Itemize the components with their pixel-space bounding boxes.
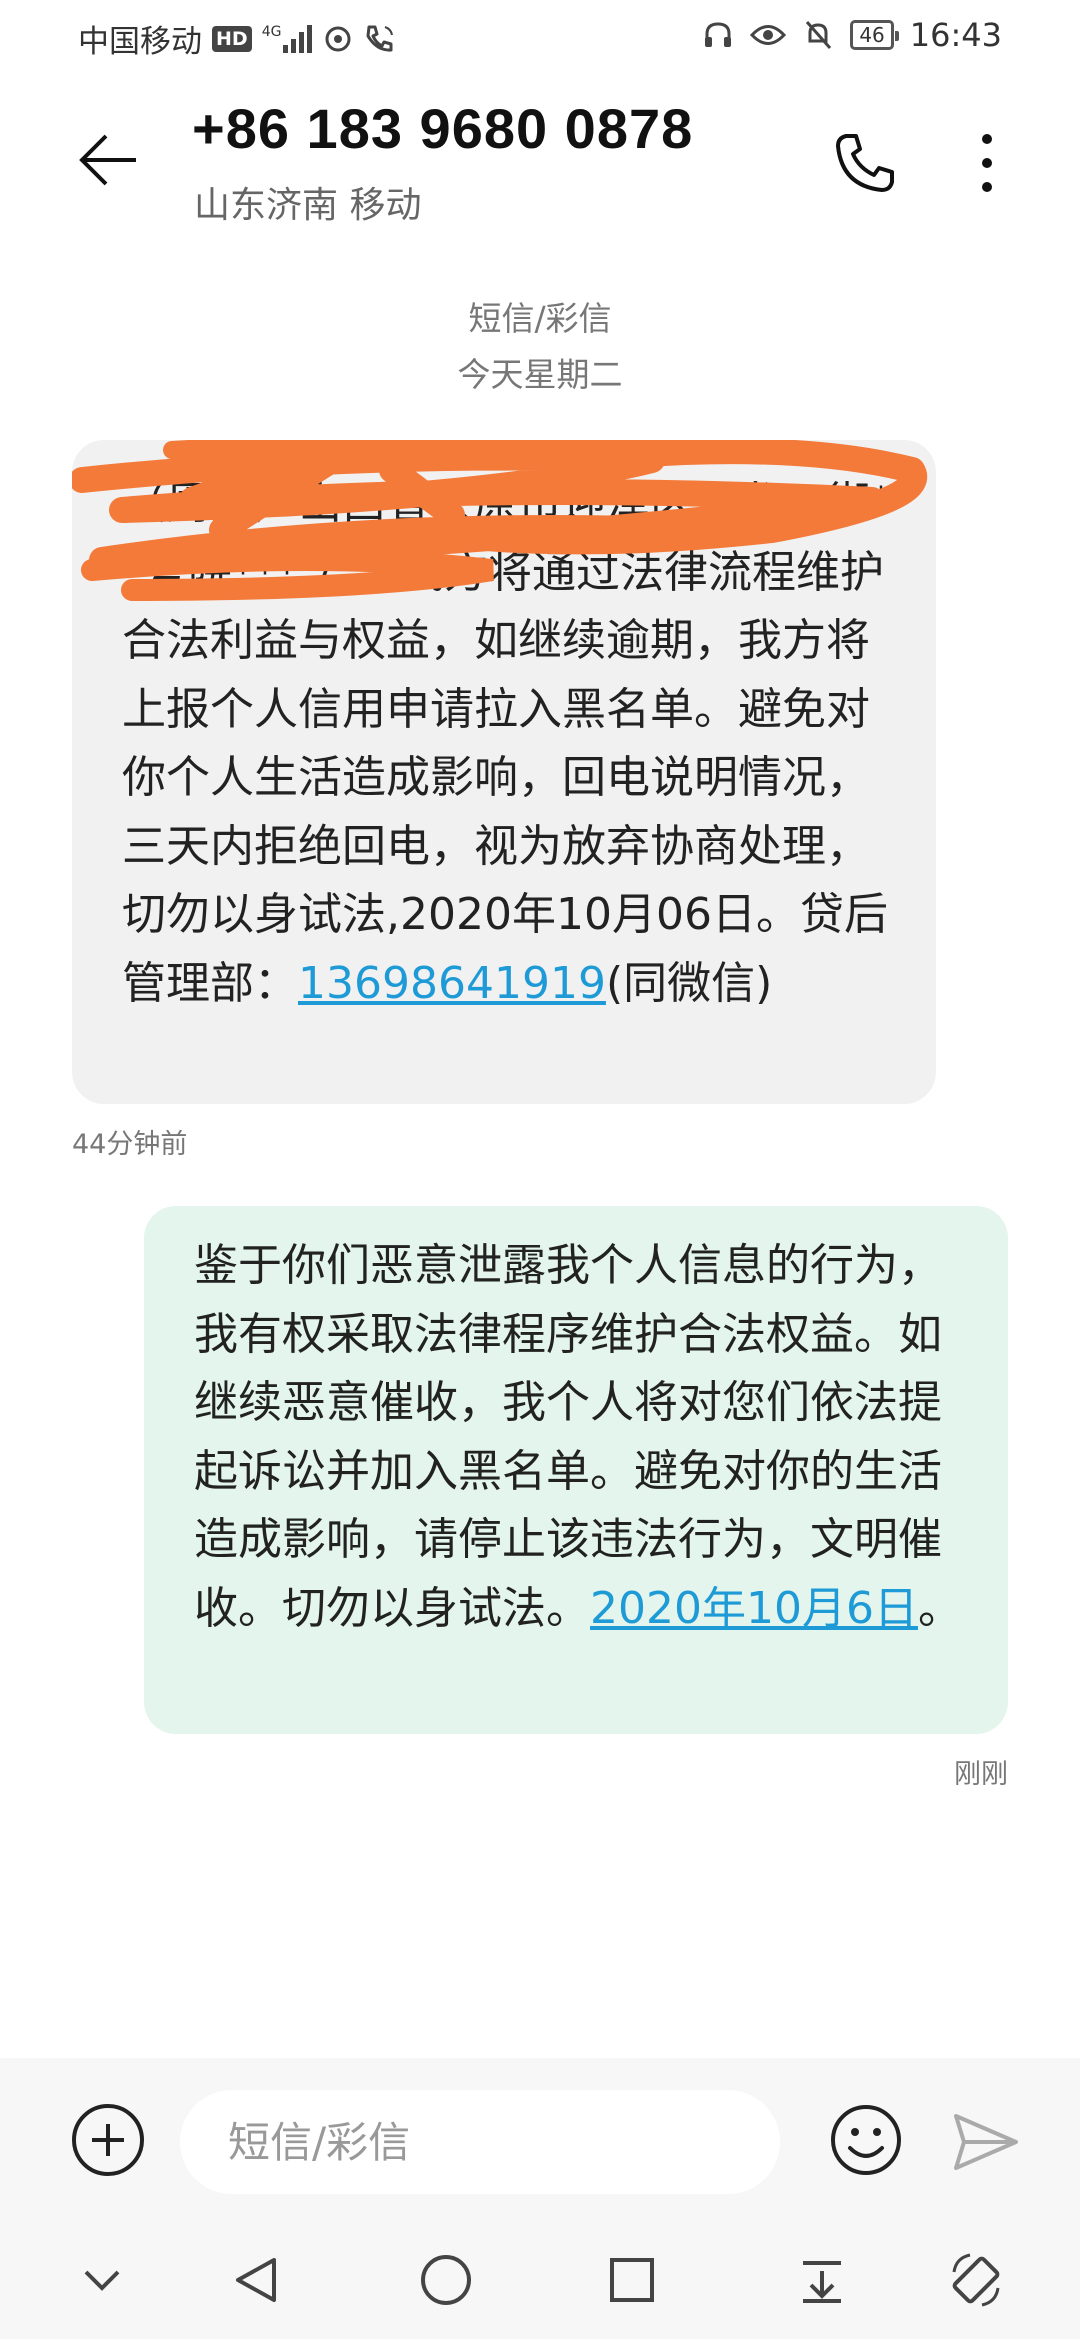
data-saver-icon [325, 26, 351, 51]
battery-icon: 46 [850, 20, 900, 50]
rotate-screen-button[interactable] [944, 2248, 1008, 2312]
phone-icon [836, 134, 894, 192]
rotate-icon [952, 2253, 1000, 2307]
hide-nav-button[interactable] [70, 2248, 134, 2312]
add-attachment-button[interactable] [72, 2104, 144, 2176]
compose-bar [0, 2058, 1080, 2222]
incoming-message-time: 44分钟前 [72, 1129, 188, 1160]
conversation-type-label: 短信/彩信 [468, 299, 612, 338]
eye-comfort-icon [750, 25, 787, 45]
emoji-button[interactable] [828, 2102, 904, 2178]
status-bar: 中国移动 HD 4G 46 16:43 [0, 0, 1080, 72]
network-type-label: 4G [261, 23, 282, 40]
messaging-screen: 中国移动 HD 4G 46 16:43 +86 183 9680 0878 山东… [0, 0, 1080, 2339]
plus-icon [92, 2124, 124, 2156]
carrier-name: 中国移动 [78, 24, 202, 60]
message-input[interactable] [180, 2090, 780, 2194]
date-link[interactable]: 2020年10月6日 [590, 1583, 918, 1634]
nav-back-button[interactable] [224, 2248, 288, 2312]
arrow-left-icon [79, 134, 136, 186]
notification-shade-button[interactable] [790, 2248, 854, 2312]
hd-icon: HD [212, 25, 252, 52]
message-input-container [180, 2090, 780, 2194]
chevron-down-icon [84, 2270, 120, 2291]
contact-location: 山东济南 移动 [194, 185, 422, 226]
system-navigation-bar [0, 2222, 1080, 2339]
square-recents-icon [610, 2258, 654, 2302]
outgoing-message-text: 鉴于你们恶意泄露我个人信息的行为，我有权采取法律程序维护合法权益。如继续恶意催收… [194, 1232, 968, 1643]
headphones-icon [705, 22, 732, 47]
circle-home-icon [421, 2255, 471, 2305]
date-separator: 今天星期二 [457, 355, 623, 394]
nav-home-button[interactable] [414, 2248, 478, 2312]
send-button[interactable] [950, 2106, 1022, 2178]
outgoing-message-time: 刚刚 [954, 1759, 1008, 1790]
contact-number: +86 183 9680 0878 [192, 97, 694, 160]
outgoing-message-suffix: 。 [917, 1582, 962, 1634]
more-dot-icon [982, 182, 992, 192]
outgoing-message-body: 鉴于你们恶意泄露我个人信息的行为，我有权采取法律程序维护合法权益。如继续恶意催收… [194, 1240, 942, 1634]
incoming-message-suffix: (同微信) [605, 957, 773, 1009]
incoming-message-body: （周某）山西省太原市迎泽区五龙口街**号院*** 号，我方将通过法律流程维护合法… [122, 478, 892, 1009]
outgoing-message-bubble[interactable]: 鉴于你们恶意泄露我个人信息的行为，我有权采取法律程序维护合法权益。如继续恶意催收… [144, 1206, 1008, 1734]
more-dot-icon [982, 134, 992, 144]
mute-notification-icon [806, 21, 832, 49]
signal-icon: 4G [261, 23, 314, 53]
back-button[interactable] [68, 120, 148, 200]
more-dot-icon [982, 158, 992, 168]
status-left: 中国移动 HD 4G [78, 16, 397, 61]
incoming-message-text: （周某）山西省太原市迎泽区五龙口街**号院*** 号，我方将通过法律流程维护合法… [122, 470, 896, 1018]
wifi-call-icon [366, 25, 394, 52]
incoming-message-bubble[interactable]: （周某）山西省太原市迎泽区五龙口街**号院*** 号，我方将通过法律流程维护合法… [72, 440, 936, 1104]
status-right: 46 16:43 [702, 16, 1002, 54]
conversation-header: +86 183 9680 0878 山东济南 移动 [0, 80, 1080, 250]
clock: 16:43 [909, 16, 1002, 54]
pull-down-icon [803, 2261, 841, 2303]
triangle-back-icon [236, 2258, 276, 2302]
more-options-button[interactable] [952, 118, 1022, 208]
nav-recents-button[interactable] [600, 2248, 664, 2312]
phone-number-link[interactable]: 13698641919 [298, 958, 606, 1009]
call-button[interactable] [820, 118, 910, 208]
